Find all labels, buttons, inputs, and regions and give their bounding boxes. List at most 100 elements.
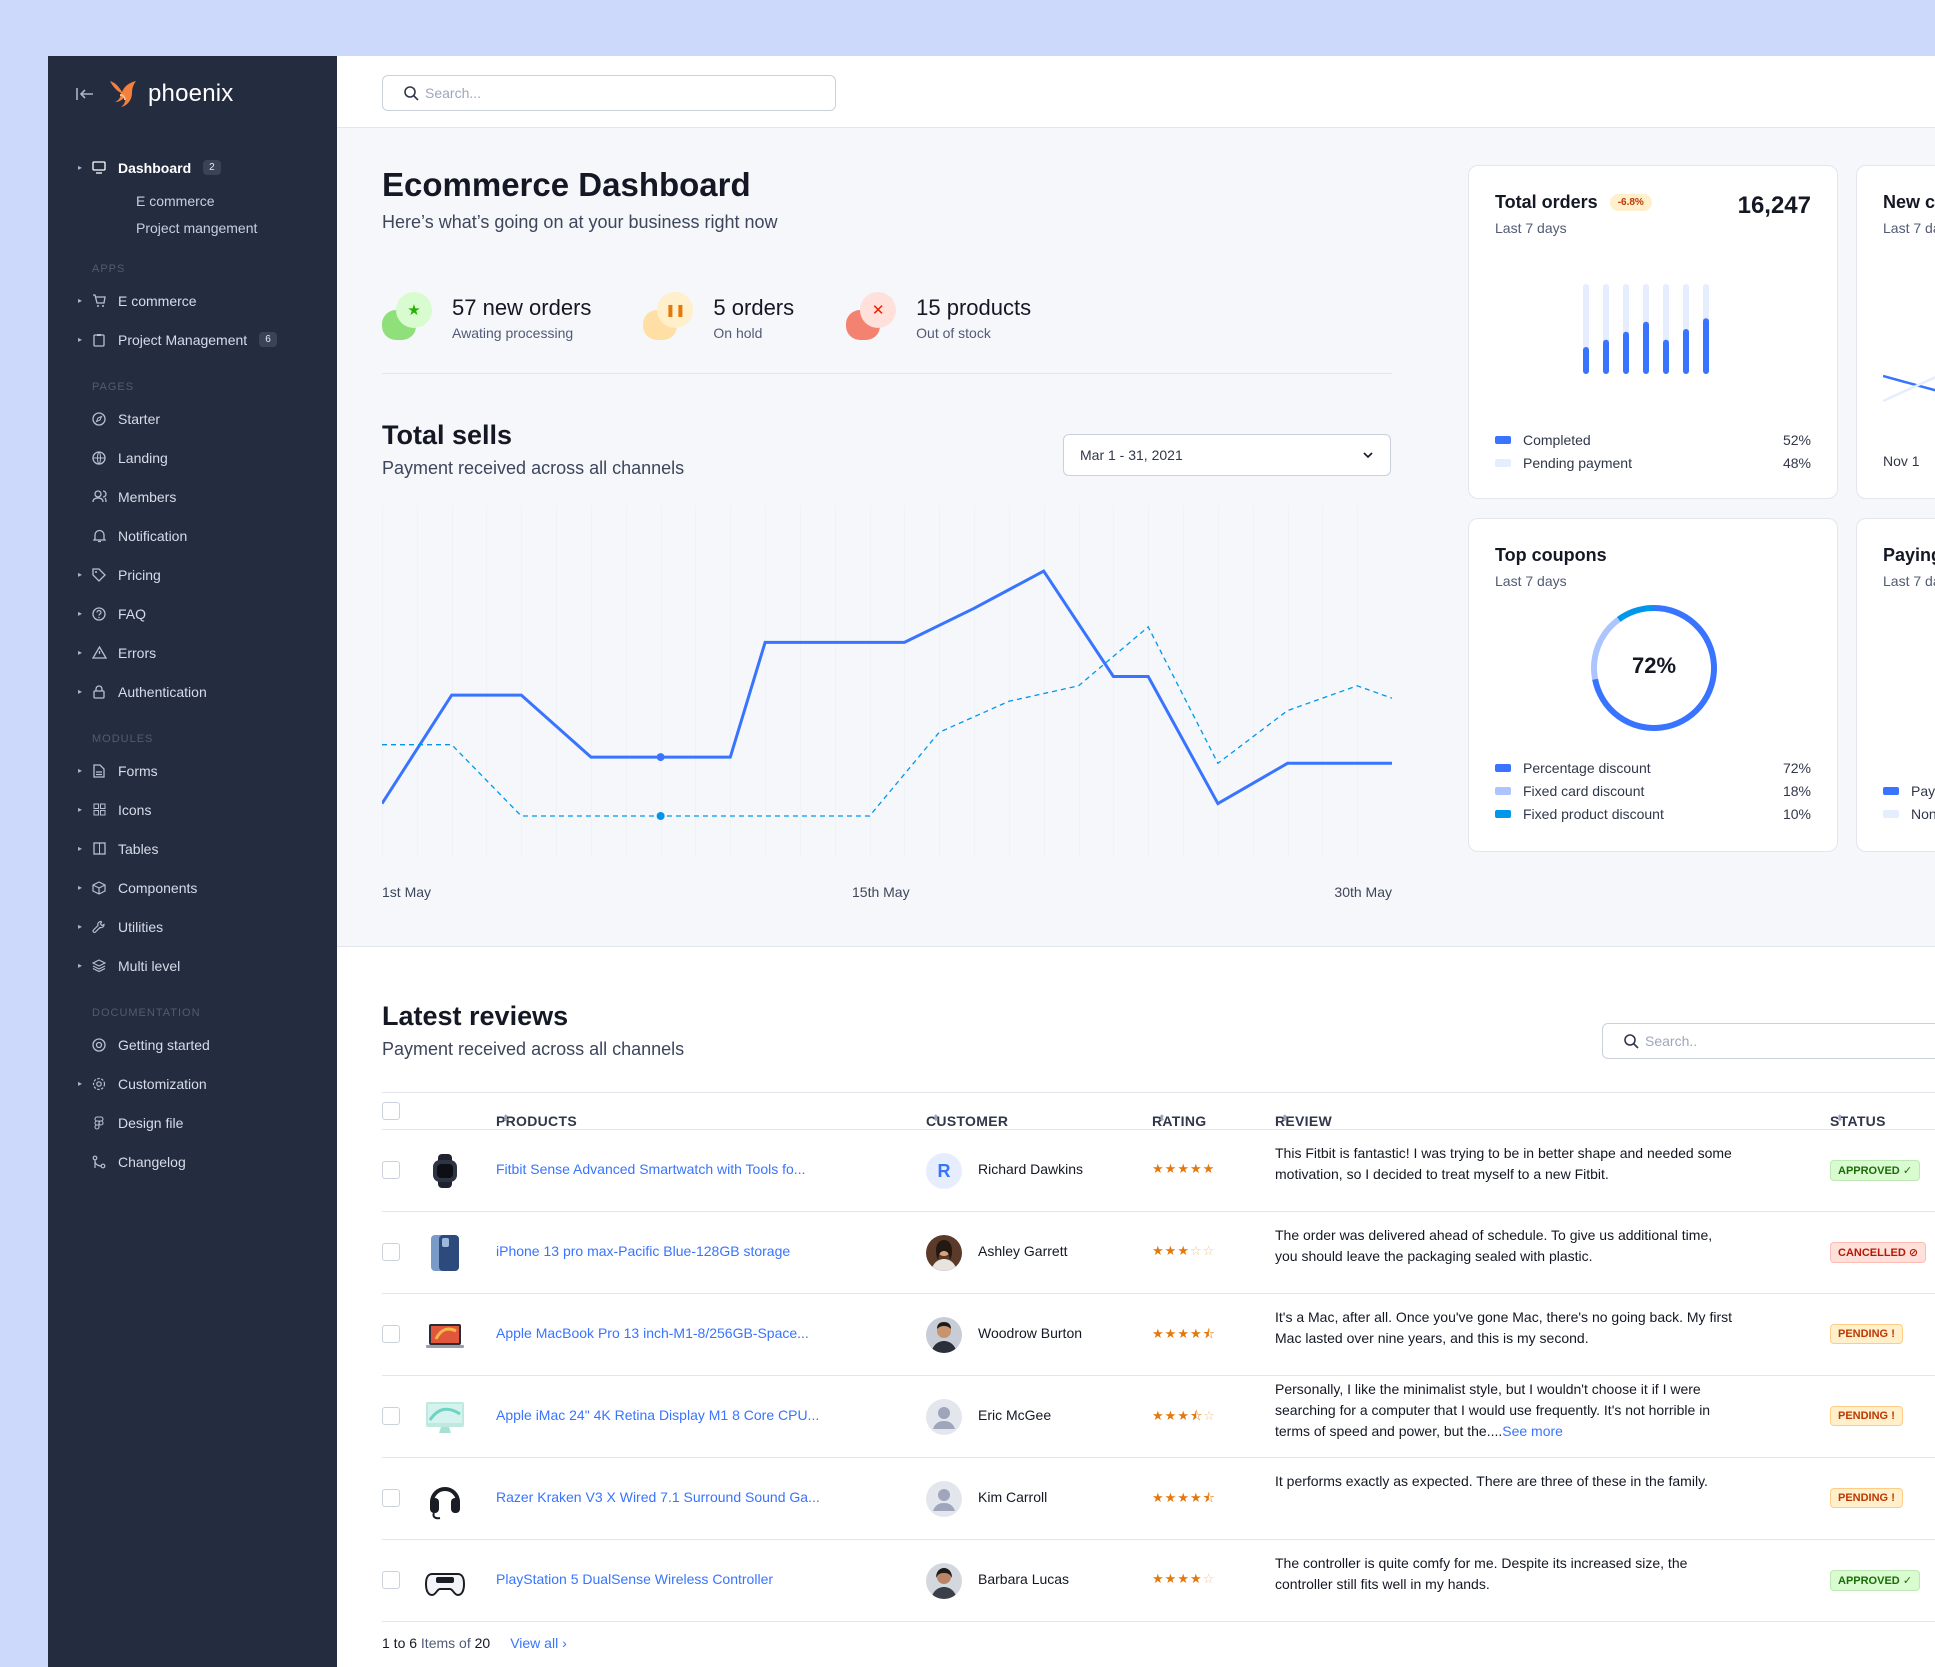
sidebar-item-dashboard[interactable]: ▸ Dashboard 2 — [48, 148, 337, 187]
reviews-search-input[interactable]: Search.. — [1602, 1023, 1935, 1059]
avatar[interactable] — [926, 1399, 962, 1435]
product-link[interactable]: Razer Kraken V3 X Wired 7.1 Surround Sou… — [496, 1489, 820, 1505]
star-empty-icon: ☆ — [1202, 1571, 1216, 1586]
brand-name[interactable]: phoenix — [148, 80, 233, 108]
sidebar-item-utilities[interactable]: ▸ Utilities — [48, 907, 337, 946]
sidebar-item-icons[interactable]: ▸ Icons — [48, 790, 337, 829]
sidebar-item-landing[interactable]: ▸ Landing — [48, 438, 337, 477]
sidebar-item-label: Icons — [118, 801, 152, 818]
product-link[interactable]: Fitbit Sense Advanced Smartwatch with To… — [496, 1161, 805, 1177]
stat-value: 5 orders — [713, 295, 795, 320]
sidebar-item-pricing[interactable]: ▸ Pricing — [48, 555, 337, 594]
status-badge: APPROVED ✓ — [1830, 1160, 1921, 1181]
review-text: Personally, I like the minimalist style,… — [1275, 1381, 1711, 1439]
sidebar-item-faq[interactable]: ▸ FAQ — [48, 594, 337, 633]
total-sells-chart[interactable] — [382, 506, 1392, 856]
product-link[interactable]: PlayStation 5 DualSense Wireless Control… — [496, 1571, 773, 1587]
total-orders-card: Total orders -6.8% Last 7 days 16,247 Co… — [1468, 165, 1838, 499]
sidebar-item-getting-started[interactable]: ▸ Getting started — [48, 1025, 337, 1064]
customer-name[interactable]: Barbara Lucas — [978, 1571, 1069, 1587]
date-range-select[interactable]: Mar 1 - 31, 2021 — [1063, 434, 1391, 476]
total-sells-title: Total sells — [382, 420, 513, 450]
sidebar-item-changelog[interactable]: ▸ Changelog — [48, 1142, 337, 1181]
total-orders-legend: Completed 52% Pending payment 48% — [1495, 428, 1811, 474]
sidebar-item-project-management[interactable]: ▸ Project Management 6 — [48, 320, 337, 359]
stat-orders-on-hold[interactable]: ❚❚ 5 orders On hold — [643, 288, 794, 348]
figma-icon — [90, 1114, 108, 1132]
avatar[interactable] — [926, 1235, 962, 1271]
status-badge: CANCELLED ⊘ — [1830, 1242, 1927, 1263]
top-coupons-card: Top coupons Last 7 days 72% Percentage d… — [1468, 518, 1838, 852]
sidebar-item-components[interactable]: ▸ Components — [48, 868, 337, 907]
star-full-icon: ★ — [1177, 1490, 1190, 1505]
table-row[interactable]: Apple MacBook Pro 13 inch-M1-8/256GB-Spa… — [382, 1294, 1935, 1376]
legend-item: Non-paying customer — [1883, 802, 1935, 825]
bar — [1663, 339, 1669, 374]
pagination: 1 to 6 Items of 20 View all › — [382, 1635, 567, 1651]
customer-name[interactable]: Ashley Garrett — [978, 1243, 1067, 1259]
stat-out-of-stock[interactable]: ✕ 15 products Out of stock — [846, 288, 1031, 348]
product-link[interactable]: Apple MacBook Pro 13 inch-M1-8/256GB-Spa… — [496, 1325, 809, 1341]
sidebar: phoenix ▸ Dashboard 2 E commerce Project… — [48, 56, 337, 1667]
search-input[interactable]: Search... — [382, 75, 836, 111]
table-row[interactable]: Apple iMac 24" 4K Retina Display M1 8 Co… — [382, 1376, 1935, 1458]
bar — [1683, 329, 1689, 374]
sidebar-item-design-file[interactable]: ▸ Design file — [48, 1103, 337, 1142]
sidebar-item-members[interactable]: ▸ Members — [48, 477, 337, 516]
sidebar-item-tables[interactable]: ▸ Tables — [48, 829, 337, 868]
collapse-sidebar-icon[interactable] — [74, 83, 96, 105]
star-full-icon: ★ — [1177, 1326, 1190, 1341]
row-checkbox[interactable] — [382, 1489, 400, 1507]
view-all-link[interactable]: View all › — [510, 1635, 567, 1651]
select-all-checkbox[interactable] — [382, 1102, 400, 1120]
row-checkbox[interactable] — [382, 1325, 400, 1343]
avatar[interactable] — [926, 1563, 962, 1599]
phoenix-logo[interactable] — [106, 77, 142, 111]
customer-name[interactable]: Richard Dawkins — [978, 1161, 1083, 1177]
sidebar-item-ecommerce[interactable]: ▸ E commerce — [48, 281, 337, 320]
bar — [1643, 321, 1649, 374]
sidebar-item-notification[interactable]: ▸ Notification — [48, 516, 337, 555]
avatar[interactable] — [926, 1317, 962, 1353]
sidebar-item-customization[interactable]: ▸ Customization — [48, 1064, 337, 1103]
series-line — [382, 569, 1392, 806]
product-link[interactable]: Apple iMac 24" 4K Retina Display M1 8 Co… — [496, 1407, 819, 1423]
sidebar-subitem-ecommerce[interactable]: E commerce — [48, 187, 337, 214]
users-icon — [90, 488, 108, 506]
sidebar-item-label: Project Management — [118, 331, 248, 348]
customer-name[interactable]: Woodrow Burton — [978, 1325, 1082, 1341]
sidebar-subitem-project-management[interactable]: Project mangement — [48, 214, 337, 241]
avatar[interactable]: R — [926, 1153, 962, 1189]
customer-name[interactable]: Eric McGee — [978, 1407, 1051, 1423]
smartwatch-icon — [433, 1154, 457, 1188]
monitor-icon — [90, 159, 108, 177]
star-full-icon: ★ — [1189, 1490, 1203, 1505]
card-subtitle: Last 7 days — [1495, 220, 1567, 236]
table-row[interactable]: iPhone 13 pro max-Pacific Blue-128GB sto… — [382, 1212, 1935, 1294]
table-row[interactable]: Razer Kraken V3 X Wired 7.1 Surround Sou… — [382, 1458, 1935, 1540]
row-checkbox[interactable] — [382, 1571, 400, 1589]
star-full-icon: ★ — [1202, 1161, 1216, 1176]
headset-icon — [430, 1487, 460, 1520]
product-link[interactable]: iPhone 13 pro max-Pacific Blue-128GB sto… — [496, 1243, 790, 1259]
row-checkbox[interactable] — [382, 1243, 400, 1261]
see-more-link[interactable]: See more — [1502, 1423, 1563, 1439]
sidebar-item-forms[interactable]: ▸ Forms — [48, 751, 337, 790]
sidebar-item-starter[interactable]: ▸ Starter — [48, 399, 337, 438]
customer-name[interactable]: Kim Carroll — [978, 1489, 1047, 1505]
sidebar-item-authentication[interactable]: ▸ Authentication — [48, 672, 337, 711]
donut-slice — [1616, 605, 1655, 622]
row-checkbox[interactable] — [382, 1161, 400, 1179]
total-sells-subtitle: Payment received across all channels — [382, 458, 685, 478]
table-row[interactable]: Fitbit Sense Advanced Smartwatch with To… — [382, 1130, 1935, 1212]
compass-icon — [90, 410, 108, 428]
sidebar-item-errors[interactable]: ▸ Errors — [48, 633, 337, 672]
avatar[interactable] — [926, 1481, 962, 1517]
stat-new-orders[interactable]: ★ 57 new orders Awating processing — [382, 288, 591, 348]
sidebar-item-multi-level[interactable]: ▸ Multi level — [48, 946, 337, 985]
new-customers-line-chart[interactable] — [1883, 336, 1935, 416]
sort-icon: ⬍ — [502, 1113, 510, 1123]
table-row[interactable]: PlayStation 5 DualSense Wireless Control… — [382, 1540, 1935, 1622]
total-orders-bar-chart[interactable] — [1579, 284, 1719, 374]
row-checkbox[interactable] — [382, 1407, 400, 1425]
